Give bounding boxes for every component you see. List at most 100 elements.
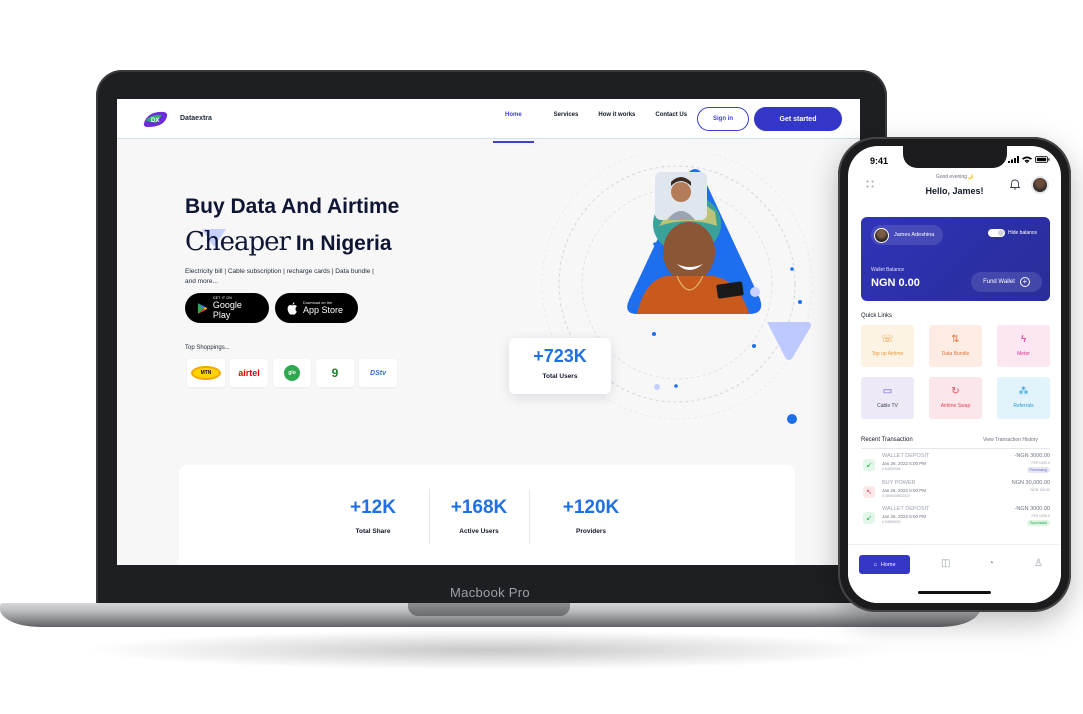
transaction-amount: -NGN 3000.00 [1014, 506, 1050, 512]
shop-glo[interactable]: glo [273, 359, 311, 387]
app-store-big-text: App Store [303, 305, 344, 315]
transaction-fee: FEE NGN 0 [1031, 461, 1050, 465]
stat-total-share: +12K Total Share [323, 497, 423, 535]
transaction-date: Jan 26, 2022 6:00 PM [882, 488, 927, 493]
recent-transaction-title: Recent Transaction [861, 437, 913, 443]
shop-dstv[interactable]: DStv [359, 359, 397, 387]
decor-dot [750, 287, 760, 297]
tab-chart-icon[interactable]: ◔ [988, 558, 994, 569]
dataextra-logo[interactable]: DX [142, 109, 170, 129]
glo-logo: glo [284, 365, 300, 381]
bell-icon[interactable] [1010, 179, 1020, 190]
airtel-logo: airtel [238, 368, 260, 378]
quick-link-airtime-swap[interactable]: ↻ Airtime Swap [929, 377, 982, 419]
google-play-icon [197, 302, 208, 314]
hero-subtitle: Electricity bill | Cable subscription | … [185, 268, 374, 285]
quick-link-label: Referrals [1013, 403, 1034, 409]
divider [861, 448, 1050, 449]
wallet-balance-label: Wallet Balance [871, 267, 905, 273]
transaction-row[interactable]: ↙ WALLET DEPOSIT Jan 26, 2022 6:00 PM # 648… [861, 453, 1050, 478]
hero-illustration [541, 154, 813, 424]
tv-icon: ▭ [882, 386, 893, 397]
stat-label: Active Users [459, 528, 499, 535]
greeting: Hello, James! [925, 186, 984, 196]
quick-link-data-bundle[interactable]: ⇅ Data Bundle [929, 325, 982, 367]
stat-label: Providers [576, 528, 606, 535]
home-icon: ⌂ [873, 561, 877, 568]
stat-active-users: +168K Active Users [429, 497, 529, 535]
quick-link-meter[interactable]: ϟ Meter [997, 325, 1050, 367]
fund-wallet-button[interactable]: Fund Wallet + [971, 272, 1042, 292]
apple-icon [287, 301, 297, 315]
wallet-balance: NGN 0.00 [871, 277, 920, 289]
stats-panel: +12K Total Share +168K Active Users +120… [179, 465, 795, 565]
transaction-fee: FEE NGN 0 [1031, 514, 1050, 518]
tab-profile-icon[interactable]: ♙ [1034, 558, 1043, 569]
tab-shopping-bag-icon[interactable]: ◫ [941, 558, 950, 569]
9mobile-logo: 9 [331, 366, 339, 380]
nav-services[interactable]: Services [544, 111, 589, 133]
stat-providers: +120K Providers [541, 497, 641, 535]
greeting-small: Good evening🌙 [935, 174, 974, 180]
mtn-logo: MTN [191, 366, 221, 380]
quick-link-cable-tv[interactable]: ▭ Cable TV [861, 377, 914, 419]
transaction-row[interactable]: ↖ BUY POWER Jan 26, 2022 6:00 PM # 28954384… [861, 480, 1050, 505]
app-store-button[interactable]: Download on the App Store [275, 293, 358, 323]
transaction-fee: NGN 150.00 [1030, 488, 1050, 492]
sign-in-button[interactable]: Sign in [697, 107, 749, 131]
quick-link-referrals[interactable]: ⁂ Referrals [997, 377, 1050, 419]
status-badge: Processing [1026, 467, 1050, 473]
signal-icon [1008, 156, 1019, 163]
quick-link-label: Data Bundle [941, 351, 970, 357]
shop-9mobile[interactable]: 9 [316, 359, 354, 387]
stat-value: +168K [450, 497, 508, 518]
swap-vertical-icon: ⇅ [951, 334, 960, 345]
hide-balance-label: Hide balance [1008, 230, 1038, 236]
fund-wallet-label: Fund Wallet [983, 279, 1015, 285]
quick-link-label: Top up Airtime [871, 351, 904, 357]
wallet-user-chip[interactable]: James Adeshina [871, 225, 944, 245]
transaction-date: Jan 26, 2022 6:00 PM [882, 461, 927, 466]
laptop-notch [408, 603, 570, 616]
bottom-tab-bar: ⌂ Home ◫ ◔ ♙ [848, 544, 1061, 603]
stat-value: +120K [562, 497, 620, 518]
wallet-card: James Adeshina Hide balance Wallet Balan… [861, 217, 1050, 301]
lightning-icon: ϟ [1020, 334, 1027, 345]
profile-avatar[interactable] [1031, 176, 1049, 194]
arrow-in-icon: ↙ [863, 512, 875, 524]
hero-title-cheaper: Cheaper [185, 227, 291, 257]
hero-title-line2: Cheaper In Nigeria [185, 227, 392, 257]
total-users-value: +723K [533, 346, 587, 366]
dstv-logo: DStv [370, 369, 386, 377]
nav-home[interactable]: Home [493, 111, 534, 143]
get-started-button[interactable]: Get started [754, 107, 842, 131]
logo-text: DX [151, 118, 159, 124]
phone-screen: 9:41 Good evening🌙 Hello, James! James A… [848, 146, 1061, 603]
quick-link-top-up-airtime[interactable]: ☏ Top up Airtime [861, 325, 914, 367]
nav-contact-us[interactable]: Contact Us [645, 111, 697, 133]
transaction-row[interactable]: ↙ WALLET DEPOSIT Jan 26, 2022 6:00 PM # 648… [861, 506, 1050, 531]
transaction-name: WALLET DEPOSIT [882, 506, 930, 512]
shop-airtel[interactable]: airtel [230, 359, 268, 387]
view-history-link[interactable]: View Transaction History [983, 437, 1038, 443]
site-navbar: DX Dataextra Home Services How it works … [117, 99, 860, 143]
brand-name[interactable]: Dataextra [180, 115, 212, 122]
transaction-name: WALLET DEPOSIT [882, 453, 930, 459]
laptop-shadow [80, 630, 900, 670]
google-play-button[interactable]: GET IT ON Google Play [185, 293, 269, 323]
stat-label: Total Share [355, 528, 391, 535]
tab-home[interactable]: ⌂ Home [859, 555, 910, 574]
transaction-name: BUY POWER [882, 480, 916, 486]
quick-link-label: Cable TV [877, 403, 898, 409]
transaction-amount: NGN 30,000.00 [1011, 480, 1050, 486]
status-icons [1008, 156, 1050, 163]
nav-how-it-works[interactable]: How it works [588, 111, 645, 133]
hide-balance-toggle[interactable] [988, 229, 1005, 237]
stat-value: +12K [350, 497, 396, 518]
face [663, 222, 715, 282]
hero-title-rest: In Nigeria [290, 232, 392, 255]
quick-link-label: Airtime Swap [940, 403, 971, 409]
shop-mtn[interactable]: MTN [187, 359, 225, 387]
stat-divider [529, 489, 530, 544]
status-badge: Successful [1027, 520, 1050, 526]
